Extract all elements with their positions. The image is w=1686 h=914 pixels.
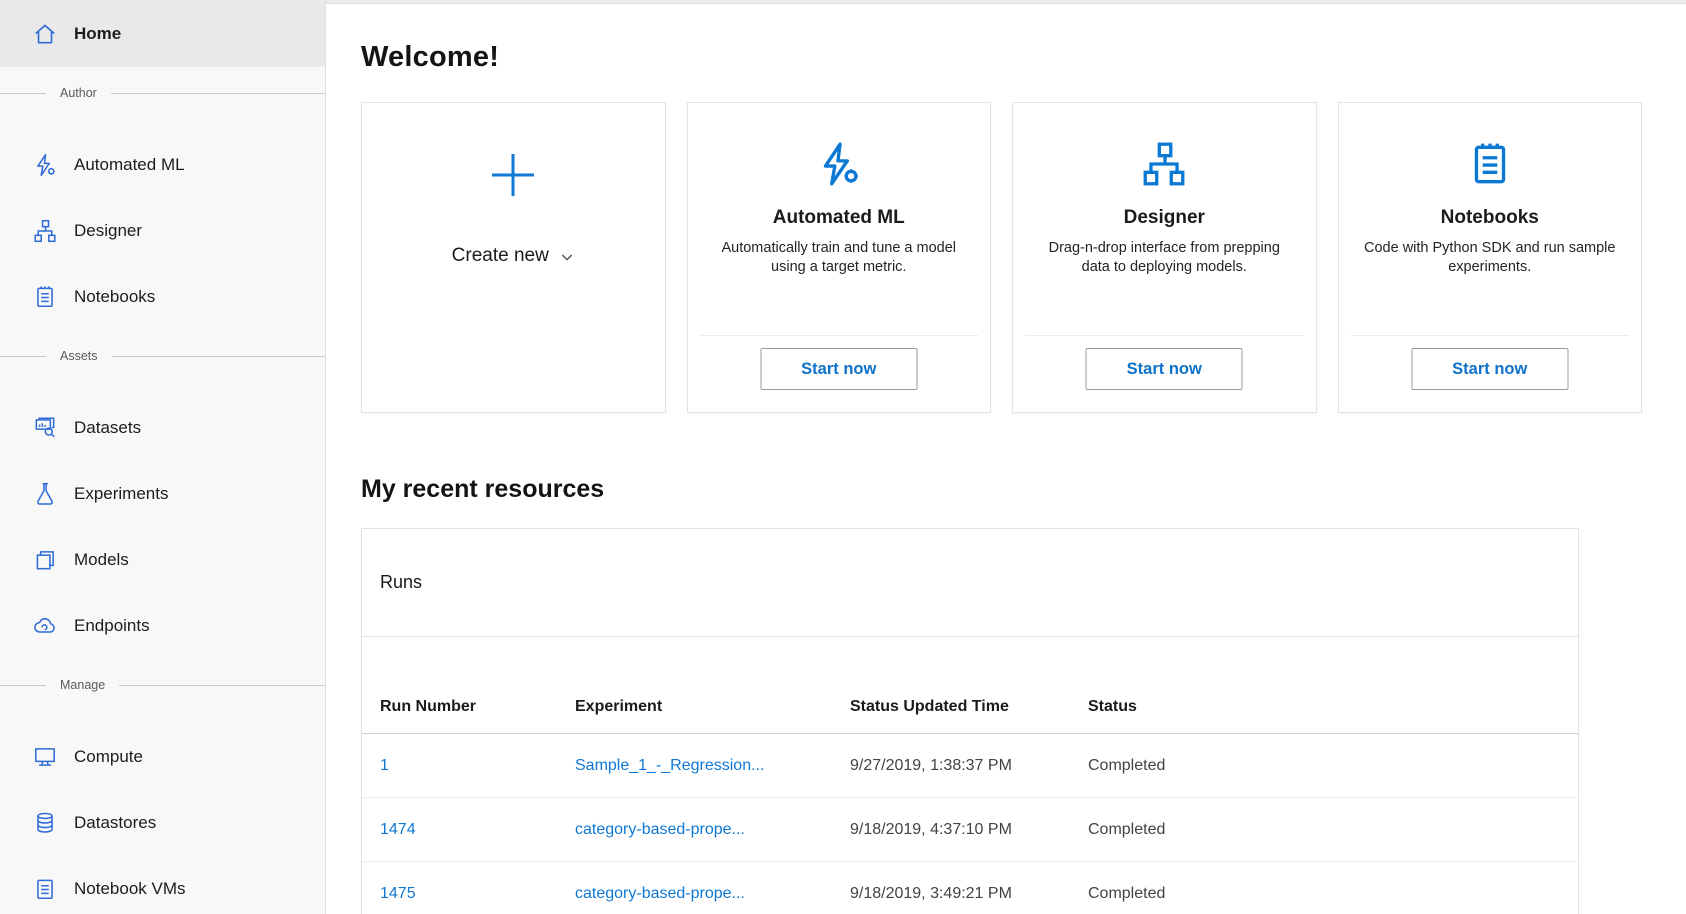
automated-ml-icon — [32, 152, 58, 178]
status-value: Completed — [1088, 885, 1578, 903]
run-number-link[interactable]: 1 — [380, 757, 389, 774]
sidebar-item-label: Experiments — [74, 484, 168, 504]
card-title: Notebooks — [1441, 207, 1539, 229]
home-icon — [32, 21, 58, 47]
card-description: Automatically train and tune a model usi… — [688, 239, 991, 277]
notebooks-icon — [32, 284, 58, 310]
start-now-button[interactable]: Start now — [760, 348, 917, 390]
table-row[interactable]: 1474 category-based-prope... 9/18/2019, … — [362, 798, 1578, 862]
sidebar-item-label: Home — [74, 24, 121, 44]
designer-icon — [32, 218, 58, 244]
recent-resources-title: My recent resources — [361, 475, 1686, 504]
sidebar-item-notebook-vms[interactable]: Notebook VMs — [0, 856, 325, 914]
notebook-vms-icon — [32, 876, 58, 902]
section-label: Author — [60, 86, 97, 100]
designer-icon — [1139, 139, 1189, 191]
app-window: Home Author Automated ML — [0, 0, 1686, 914]
notebooks-icon — [1465, 139, 1515, 191]
sidebar-item-automated-ml[interactable]: Automated ML — [0, 132, 325, 198]
runs-table-header: Run Number Experiment Status Updated Tim… — [362, 637, 1578, 734]
status-updated-time: 9/18/2019, 4:37:10 PM — [850, 821, 1088, 839]
start-now-button[interactable]: Start now — [1411, 348, 1568, 390]
experiment-link[interactable]: category-based-prope... — [575, 885, 745, 902]
sidebar-item-endpoints[interactable]: Endpoints — [0, 593, 325, 659]
column-header-status: Status — [1088, 698, 1578, 716]
run-number-link[interactable]: 1474 — [380, 821, 416, 838]
column-header-experiment: Experiment — [575, 698, 850, 716]
sidebar-item-label: Datastores — [74, 813, 156, 833]
designer-card: Designer Drag-n-drop interface from prep… — [1012, 102, 1317, 413]
datasets-icon — [32, 415, 58, 441]
sidebar-item-label: Notebook VMs — [74, 879, 186, 899]
sidebar-item-label: Notebooks — [74, 287, 155, 307]
table-row[interactable]: 1 Sample_1_-_Regression... 9/27/2019, 1:… — [362, 734, 1578, 798]
sidebar-section-author: Author — [0, 67, 325, 119]
main-content: Welcome! Create new — [326, 0, 1686, 914]
card-divider — [700, 335, 979, 336]
create-new-label: Create new — [452, 245, 549, 267]
card-divider — [1025, 335, 1304, 336]
status-updated-time: 9/27/2019, 1:38:37 PM — [850, 757, 1088, 775]
create-new-card[interactable]: Create new — [361, 102, 666, 413]
sidebar-item-label: Automated ML — [74, 155, 185, 175]
section-label: Assets — [60, 349, 98, 363]
runs-panel-header: Runs — [362, 529, 1578, 637]
card-title: Designer — [1124, 207, 1205, 229]
column-header-status-updated-time: Status Updated Time — [850, 698, 1088, 716]
sidebar: Home Author Automated ML — [0, 0, 326, 914]
experiment-link[interactable]: category-based-prope... — [575, 821, 745, 838]
run-number-link[interactable]: 1475 — [380, 885, 416, 902]
sidebar-section-assets: Assets — [0, 330, 325, 382]
sidebar-item-label: Designer — [74, 221, 142, 241]
sidebar-item-label: Models — [74, 550, 129, 570]
top-edge-divider — [326, 0, 1686, 4]
endpoints-icon — [32, 613, 58, 639]
page-title: Welcome! — [361, 41, 1686, 74]
sidebar-item-datastores[interactable]: Datastores — [0, 790, 325, 856]
sidebar-item-label: Datasets — [74, 418, 141, 438]
runs-panel: Runs Run Number Experiment Status Update… — [361, 528, 1579, 914]
sidebar-item-designer[interactable]: Designer — [0, 198, 325, 264]
sidebar-item-label: Compute — [74, 747, 143, 767]
models-icon — [32, 547, 58, 573]
runs-panel-title: Runs — [380, 572, 422, 593]
card-title: Automated ML — [773, 207, 905, 229]
card-description: Code with Python SDK and run sample expe… — [1339, 239, 1642, 277]
automated-ml-card: Automated ML Automatically train and tun… — [687, 102, 992, 413]
datastores-icon — [32, 810, 58, 836]
start-now-button[interactable]: Start now — [1086, 348, 1243, 390]
table-row[interactable]: 1475 category-based-prope... 9/18/2019, … — [362, 862, 1578, 914]
automated-ml-icon — [814, 139, 864, 191]
sidebar-item-compute[interactable]: Compute — [0, 724, 325, 790]
column-header-run-number: Run Number — [380, 698, 575, 716]
sidebar-item-label: Endpoints — [74, 616, 150, 636]
experiment-link[interactable]: Sample_1_-_Regression... — [575, 757, 764, 774]
sidebar-item-experiments[interactable]: Experiments — [0, 461, 325, 527]
sidebar-item-home[interactable]: Home — [0, 0, 325, 67]
chevron-down-icon — [559, 249, 575, 265]
sidebar-item-notebooks[interactable]: Notebooks — [0, 264, 325, 330]
notebooks-card: Notebooks Code with Python SDK and run s… — [1338, 102, 1643, 413]
section-label: Manage — [60, 678, 105, 692]
card-divider — [1351, 335, 1630, 336]
sidebar-section-manage: Manage — [0, 659, 325, 711]
sidebar-item-datasets[interactable]: Datasets — [0, 395, 325, 461]
status-value: Completed — [1088, 821, 1578, 839]
sidebar-item-models[interactable]: Models — [0, 527, 325, 593]
plus-icon — [487, 149, 539, 201]
experiments-icon — [32, 481, 58, 507]
status-updated-time: 9/18/2019, 3:49:21 PM — [850, 885, 1088, 903]
quick-start-cards: Create new Automate — [361, 102, 1642, 413]
compute-icon — [32, 744, 58, 770]
card-description: Drag-n-drop interface from prepping data… — [1013, 239, 1316, 277]
status-value: Completed — [1088, 757, 1578, 775]
